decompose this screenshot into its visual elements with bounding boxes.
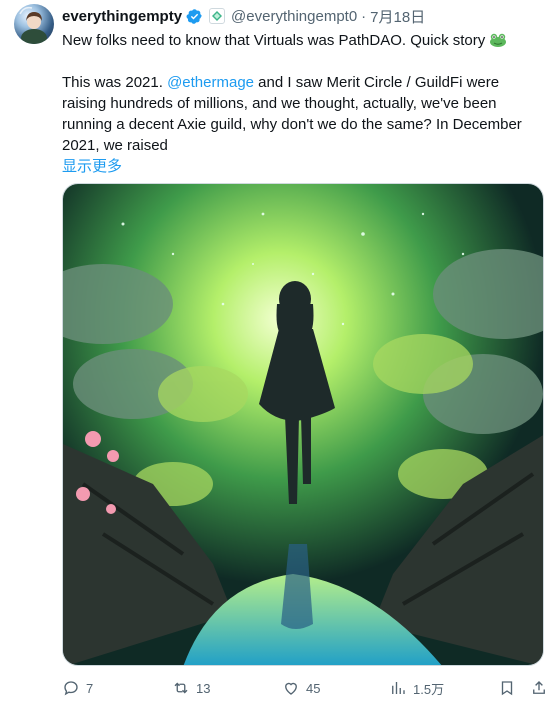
show-more-link[interactable]: 显示更多 [62, 158, 122, 175]
tweet-paragraph-2: This was 2021. @ethermage and I saw Meri… [62, 72, 542, 156]
share-button[interactable] [530, 679, 548, 697]
heart-icon [285, 682, 297, 695]
verified-badge-icon [186, 8, 202, 24]
tweet-action-bar: 7 13 45 1.5万 [62, 676, 546, 700]
mention-link[interactable]: @ethermage [167, 74, 254, 91]
bookmark-button[interactable] [498, 679, 516, 697]
reply-button[interactable]: 7 [62, 679, 93, 697]
reply-count: 7 [86, 680, 94, 696]
author-name[interactable]: everythingempty [62, 8, 182, 25]
tweet-line-1: New folks need to know that Virtuals was… [62, 30, 542, 51]
tweet-timestamp[interactable]: 7月18日 [370, 6, 425, 27]
tweet-text: New folks need to know that Virtuals was… [62, 30, 542, 177]
tweet-image[interactable] [62, 183, 544, 666]
bookmark-icon [501, 681, 513, 696]
retweet-count: 13 [196, 680, 211, 696]
reply-icon [64, 681, 78, 696]
views-icon [392, 682, 405, 694]
retweet-button[interactable]: 13 [172, 679, 210, 697]
author-avatar[interactable] [14, 4, 54, 44]
like-count: 45 [306, 680, 321, 696]
tweet-line-2-pre: This was 2021. [62, 74, 168, 91]
header-separator: · [361, 7, 367, 25]
views-button[interactable]: 1.5万 [389, 679, 444, 698]
tweet-header: everythingempty @everythingempt0 · 7月18日 [62, 6, 545, 26]
author-handle[interactable]: @everythingempt0 [231, 8, 357, 25]
retweet-icon [174, 682, 188, 694]
tweet-line-1-text: New folks need to know that Virtuals was… [62, 32, 486, 49]
views-count: 1.5万 [413, 681, 445, 697]
like-button[interactable]: 45 [282, 679, 320, 697]
affiliate-badge-icon[interactable] [209, 8, 226, 24]
share-icon [533, 681, 545, 694]
frog-emoji-icon [490, 33, 507, 47]
